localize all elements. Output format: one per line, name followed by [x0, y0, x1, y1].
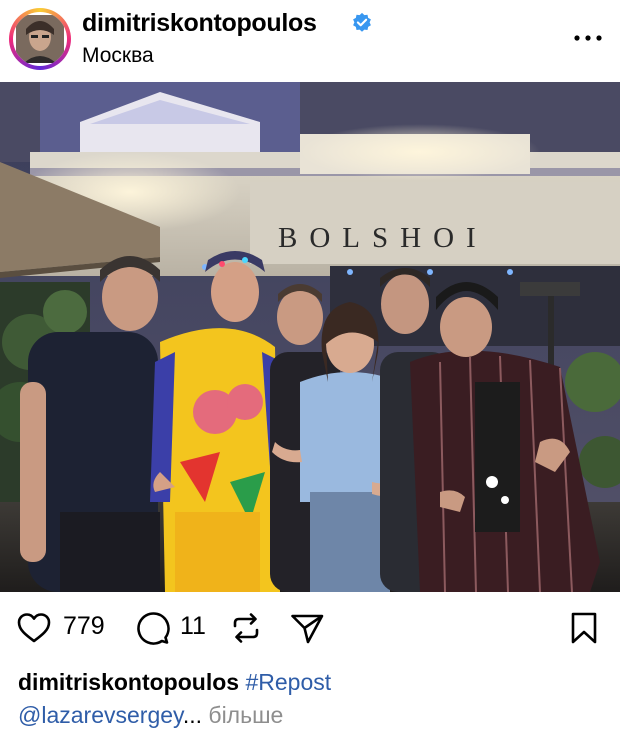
- share-icon[interactable]: [289, 610, 325, 646]
- bookmark-icon[interactable]: [566, 610, 602, 646]
- story-ring[interactable]: [9, 8, 71, 70]
- author-username[interactable]: dimitriskontopoulos: [82, 9, 317, 38]
- action-bar: 779 11: [0, 600, 620, 656]
- bolshoi-sign: BOLSHOI: [278, 222, 488, 254]
- repost-icon[interactable]: [228, 610, 264, 646]
- verified-badge-icon: [353, 12, 371, 32]
- post-location[interactable]: Москва: [82, 44, 154, 68]
- post-caption: dimitriskontopoulos #Repost @lazarevserg…: [18, 666, 608, 732]
- photo-image: BOLSHOI: [0, 82, 620, 592]
- like-count[interactable]: 779: [63, 612, 105, 641]
- caption-line-2: @lazarevsergey... більше: [18, 699, 608, 732]
- caption-hashtag[interactable]: #Repost: [245, 669, 331, 695]
- comment-icon[interactable]: [134, 610, 170, 646]
- avatar[interactable]: [13, 12, 67, 66]
- caption-username[interactable]: dimitriskontopoulos: [18, 669, 239, 695]
- caption-more-link[interactable]: більше: [208, 702, 283, 728]
- avatar-image: [16, 15, 64, 63]
- caption-ellipsis: ...: [182, 702, 202, 728]
- post-header: dimitriskontopoulos Москва: [0, 0, 620, 80]
- caption-line-1: dimitriskontopoulos #Repost: [18, 666, 608, 699]
- heart-icon[interactable]: [16, 610, 52, 646]
- post-photo[interactable]: BOLSHOI: [0, 82, 620, 592]
- caption-mention[interactable]: @lazarevsergey: [18, 702, 183, 728]
- comment-count[interactable]: 11: [180, 612, 206, 641]
- more-options-icon[interactable]: [572, 24, 604, 48]
